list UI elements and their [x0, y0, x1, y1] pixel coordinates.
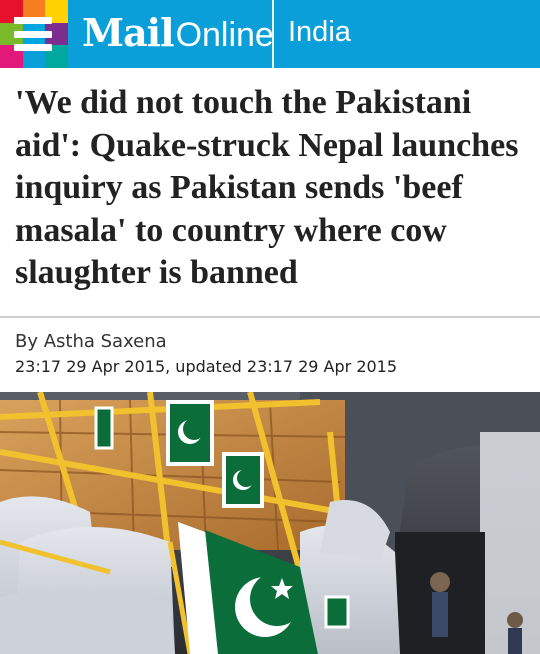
headline-divider: [0, 316, 540, 318]
logo-online-text: Online: [175, 16, 274, 54]
mailonline-logo[interactable]: Mail Online: [82, 10, 274, 58]
article-byline[interactable]: By Astha Saxena: [15, 331, 167, 352]
header-divider: [272, 0, 274, 68]
logo-mail-text: Mail: [82, 10, 175, 55]
article-headline: 'We did not touch the Pakistani aid': Qu…: [15, 84, 519, 291]
edition-link[interactable]: India: [288, 16, 351, 49]
hamburger-menu-icon[interactable]: [0, 0, 68, 68]
top-navigation-bar: Mail Online India: [0, 0, 540, 68]
pakistan-flag-small: [222, 452, 264, 508]
pakistan-flag-small: [166, 400, 214, 466]
pakistan-flag-small: [94, 406, 114, 450]
article-timestamp: 23:17 29 Apr 2015, updated 23:17 29 Apr …: [15, 357, 398, 376]
pakistan-flag-small: [324, 595, 350, 629]
article-photo[interactable]: [0, 392, 540, 654]
menu-bars: [14, 17, 52, 51]
aid-cargo-illustration: [0, 392, 540, 654]
